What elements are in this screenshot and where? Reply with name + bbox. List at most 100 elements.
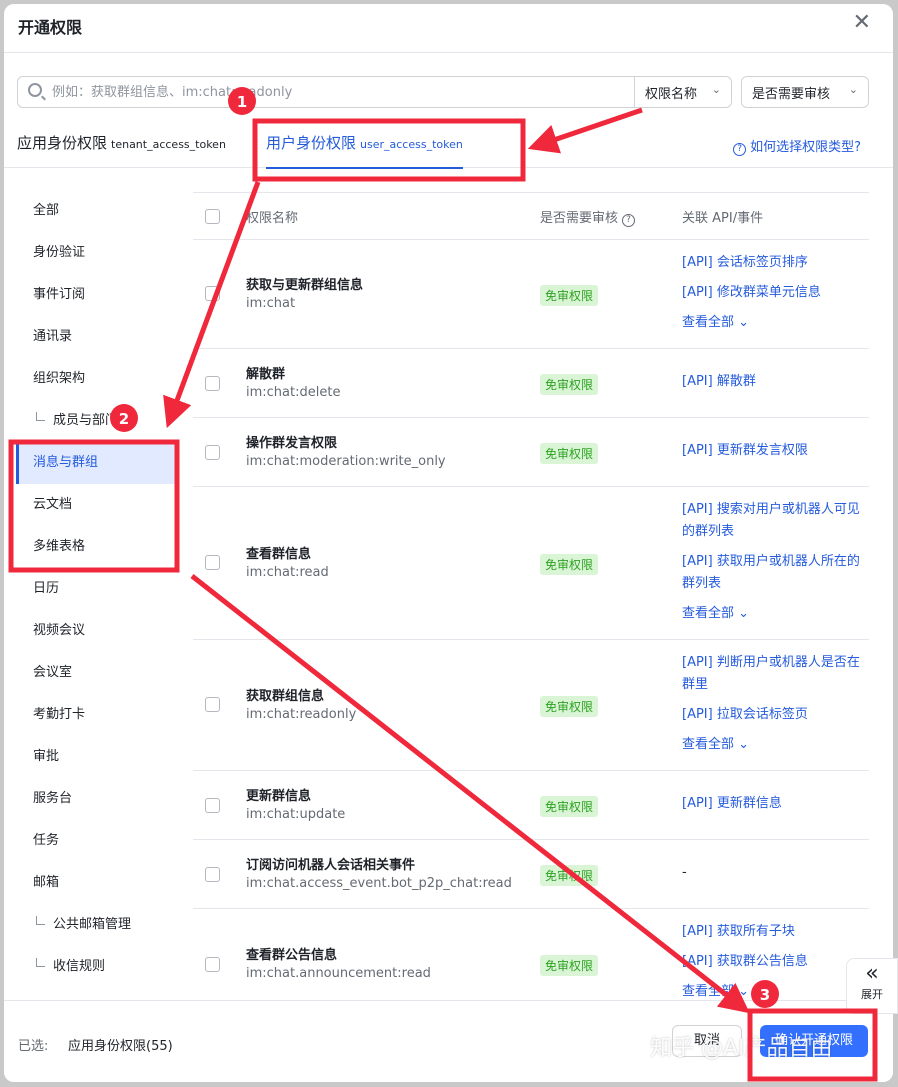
tab-user-identity[interactable]: 用户身份权限 user_access_token — [266, 132, 463, 169]
tree-branch-icon — [36, 916, 45, 925]
select-value: 权限名称 — [645, 87, 698, 102]
api-list: [API] 更新群发言权限 — [682, 440, 867, 470]
expand-label: 展开 — [861, 988, 883, 1001]
api-list: [API] 更新群信息 — [682, 793, 867, 823]
api-link[interactable]: [API] 拉取会话标签页 — [682, 704, 867, 726]
review-filter-select[interactable]: 是否需要审核 ⌄ — [741, 76, 869, 108]
view-all-link[interactable]: 查看全部 ⌄ — [682, 603, 867, 625]
search-input[interactable] — [52, 81, 612, 103]
tree-branch-icon — [36, 412, 45, 421]
sidebar-item[interactable]: 组织架构 — [16, 358, 176, 400]
tab-label: 应用身份权限 — [17, 134, 108, 152]
sidebar-item[interactable]: 云文档 — [16, 484, 176, 526]
help-link[interactable]: ? 如何选择权限类型? — [733, 136, 861, 156]
category-sidebar: 全部 身份验证 事件订阅 通讯录 组织架构 成员与部门 消息与群组 云文档 多维… — [16, 190, 176, 988]
row-checkbox[interactable] — [205, 555, 220, 570]
view-all-link[interactable]: 查看全部 ⌄ — [682, 734, 867, 756]
selected-label: 已选: — [18, 1039, 49, 1054]
sidebar-item-active[interactable]: 消息与群组 — [16, 442, 176, 484]
row-checkbox[interactable] — [205, 697, 220, 712]
status-badge: 免审权限 — [540, 374, 599, 395]
sidebar-item-label: 会议室 — [33, 665, 73, 680]
sidebar-item[interactable]: 视频会议 — [16, 610, 176, 652]
sidebar-item[interactable]: 会议室 — [16, 652, 176, 694]
sidebar-item[interactable]: 日历 — [16, 568, 176, 610]
table-row: 查看群信息 im:chat:read 免审权限 [API] 搜索对用户或机器人可… — [193, 487, 869, 640]
api-link[interactable]: [API] 搜索对用户或机器人可见的群列表 — [682, 499, 867, 543]
api-link[interactable]: [API] 会话标签页排序 — [682, 252, 867, 274]
sidebar-item[interactable]: 全部 — [16, 190, 176, 232]
api-link[interactable]: [API] 修改群菜单元信息 — [682, 282, 867, 304]
expand-panel-tab[interactable]: « 展开 — [846, 958, 898, 1014]
divider — [4, 52, 893, 53]
permission-name-select[interactable]: 权限名称 ⌄ — [634, 76, 732, 108]
status-badge: 免审权限 — [540, 554, 599, 575]
api-link[interactable]: [API] 获取群公告信息 — [682, 951, 867, 973]
table-header: 权限名称 是否需要审核? 关联 API/事件 — [193, 192, 869, 240]
row-checkbox[interactable] — [205, 286, 220, 301]
permission-name: 查看群公告信息 — [246, 948, 338, 963]
question-icon[interactable]: ? — [622, 214, 636, 227]
row-checkbox[interactable] — [205, 376, 220, 391]
header-review: 是否需要审核? — [540, 207, 636, 227]
sidebar-item-label: 全部 — [33, 203, 60, 218]
sidebar-item-label: 消息与群组 — [33, 455, 99, 470]
row-checkbox[interactable] — [205, 867, 220, 882]
row-checkbox[interactable] — [205, 445, 220, 460]
chevron-down-icon: ⌄ — [738, 606, 750, 621]
select-all-checkbox[interactable] — [205, 209, 220, 224]
sidebar-item-label: 多维表格 — [33, 539, 86, 554]
api-link[interactable]: [API] 更新群发言权限 — [682, 440, 867, 462]
sidebar-subitem[interactable]: 公共邮箱管理 — [16, 904, 176, 946]
sidebar-item-label: 邮箱 — [33, 875, 60, 890]
permission-name: 订阅访问机器人会话相关事件 — [246, 858, 416, 873]
sidebar-item[interactable]: 审批 — [16, 736, 176, 778]
tree-branch-icon — [36, 958, 45, 967]
permission-code: im:chat:moderation:write_only — [246, 454, 446, 469]
chevron-down-icon: ⌄ — [711, 83, 721, 96]
api-link[interactable]: [API] 判断用户或机器人是否在群里 — [682, 652, 867, 696]
sidebar-subitem[interactable]: 收信规则 — [16, 946, 176, 988]
api-link[interactable]: [API] 获取所有子块 — [682, 921, 867, 943]
tab-token: tenant_access_token — [111, 138, 226, 151]
status-badge: 免审权限 — [540, 796, 599, 817]
sidebar-item-label: 视频会议 — [33, 623, 86, 638]
api-link[interactable]: [API] 获取用户或机器人所在的群列表 — [682, 551, 867, 595]
watermark: 知乎 @AI产品自由 — [650, 1036, 833, 1061]
tab-app-identity[interactable]: 应用身份权限 tenant_access_token — [17, 132, 226, 153]
table-row: 获取与更新群组信息 im:chat 免审权限 [API] 会话标签页排序 [AP… — [193, 240, 869, 349]
api-list: [API] 解散群 — [682, 371, 867, 401]
question-icon: ? — [733, 143, 747, 156]
permission-code: im:chat.access_event.bot_p2p_chat:read — [246, 876, 512, 891]
row-checkbox[interactable] — [205, 957, 220, 972]
sidebar-item-label: 考勤打卡 — [33, 707, 86, 722]
sidebar-item-label: 收信规则 — [53, 959, 106, 974]
view-all-label: 查看全部 — [682, 606, 735, 621]
api-list: [API] 搜索对用户或机器人可见的群列表 [API] 获取用户或机器人所在的群… — [682, 499, 867, 633]
sidebar-item[interactable]: 邮箱 — [16, 862, 176, 904]
api-link[interactable]: [API] 更新群信息 — [682, 793, 867, 815]
close-icon[interactable]: ✕ — [853, 10, 871, 35]
selected-value[interactable]: 应用身份权限(55) — [68, 1035, 173, 1054]
empty-dash: - — [682, 865, 687, 880]
sidebar-item[interactable]: 考勤打卡 — [16, 694, 176, 736]
sidebar-item-label: 服务台 — [33, 791, 73, 806]
sidebar-item[interactable]: 多维表格 — [16, 526, 176, 568]
sidebar-item-label: 身份验证 — [33, 245, 86, 260]
permission-code: im:chat:update — [246, 807, 346, 822]
sidebar-item[interactable]: 任务 — [16, 820, 176, 862]
sidebar-subitem[interactable]: 成员与部门 — [16, 400, 176, 442]
sidebar-item[interactable]: 通讯录 — [16, 316, 176, 358]
api-link[interactable]: [API] 解散群 — [682, 371, 867, 393]
sidebar-item-label: 组织架构 — [33, 371, 86, 386]
sidebar-item[interactable]: 身份验证 — [16, 232, 176, 274]
chevron-down-icon: ⌄ — [848, 83, 858, 96]
sidebar-item[interactable]: 服务台 — [16, 778, 176, 820]
api-list: [API] 会话标签页排序 [API] 修改群菜单元信息 查看全部 ⌄ — [682, 252, 867, 342]
status-badge: 免审权限 — [540, 285, 599, 306]
permission-code: im:chat — [246, 296, 296, 311]
sidebar-item[interactable]: 事件订阅 — [16, 274, 176, 316]
search-icon — [28, 83, 42, 97]
row-checkbox[interactable] — [205, 798, 220, 813]
view-all-link[interactable]: 查看全部 ⌄ — [682, 312, 867, 334]
